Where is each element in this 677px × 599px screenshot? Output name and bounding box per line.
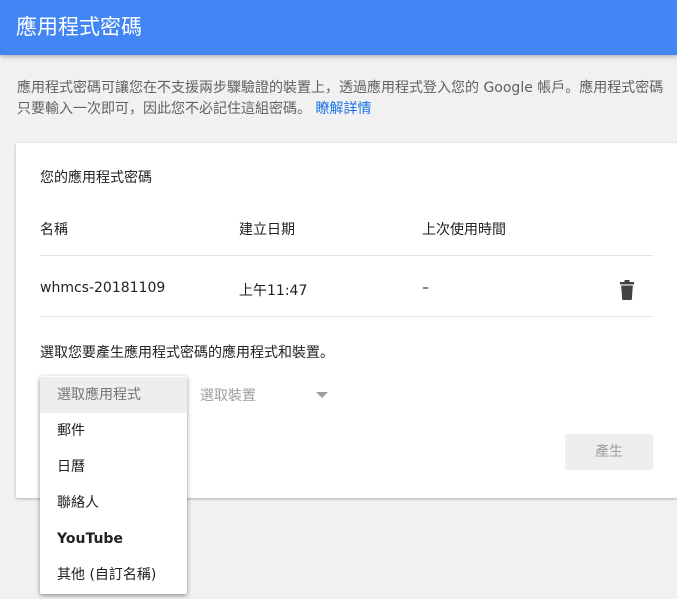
column-header-last-used: 上次使用時間 — [422, 222, 506, 238]
card-title: 您的應用程式密碼 — [40, 170, 152, 186]
divider — [40, 255, 653, 256]
menu-item-mail[interactable]: 郵件 — [40, 413, 187, 449]
generate-button[interactable]: 產生 — [565, 434, 653, 470]
menu-item-select-app[interactable]: 選取應用程式 — [40, 377, 187, 413]
divider — [40, 316, 653, 317]
menu-item-youtube[interactable]: YouTube — [40, 521, 187, 557]
menu-item-other[interactable]: 其他 (自訂名稱) — [40, 557, 187, 593]
column-header-created: 建立日期 — [239, 222, 295, 238]
page-title: 應用程式密碼 — [16, 15, 142, 39]
top-bar: 應用程式密碼 — [0, 0, 677, 55]
device-select-label: 選取裝置 — [200, 388, 256, 404]
app-select-menu: 選取應用程式 郵件 日曆 聯絡人 YouTube 其他 (自訂名稱) — [40, 376, 187, 594]
caret-down-icon — [316, 392, 328, 398]
menu-item-contacts[interactable]: 聯絡人 — [40, 485, 187, 521]
select-prompt: 選取您要產生應用程式密碼的應用程式和裝置。 — [40, 345, 334, 361]
intro-text-block: 應用程式密碼可讓您在不支援兩步驟驗證的裝置上，透過應用程式登入您的 Google… — [17, 78, 677, 120]
row-last-used: – — [422, 280, 429, 296]
device-select[interactable]: 選取裝置 — [200, 383, 330, 407]
trash-icon[interactable] — [619, 280, 635, 300]
menu-item-calendar[interactable]: 日曆 — [40, 449, 187, 485]
row-name: whmcs-20181109 — [40, 280, 166, 296]
row-created: 上午11:47 — [239, 283, 308, 299]
learn-more-link[interactable]: 瞭解詳情 — [315, 101, 371, 117]
column-header-name: 名稱 — [40, 222, 68, 238]
